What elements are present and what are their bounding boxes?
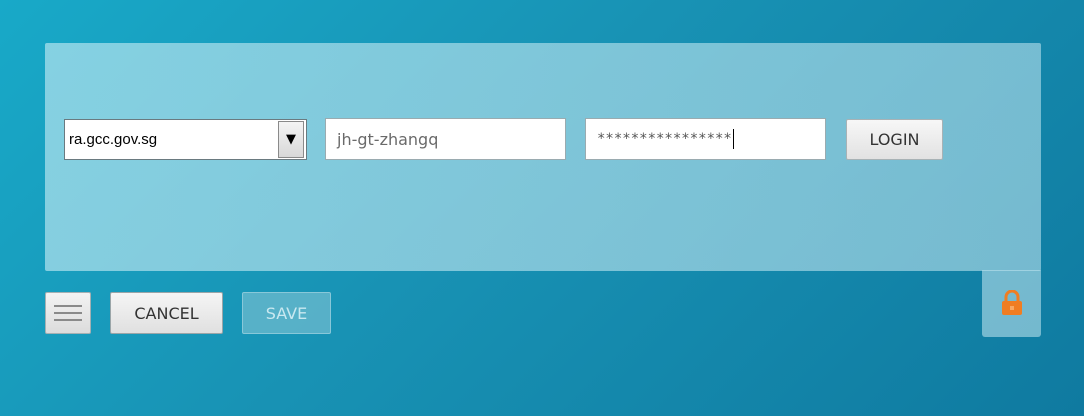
cancel-button[interactable]: CANCEL [110,292,223,334]
password-value: **************** [597,131,732,147]
password-field[interactable]: **************** [585,118,826,160]
hamburger-menu-icon [54,305,82,307]
padlock-icon[interactable] [1001,290,1023,316]
save-button[interactable]: SAVE [242,292,331,334]
username-field[interactable]: jh-gt-zhangq [325,118,566,160]
text-caret [732,129,734,149]
login-button[interactable]: LOGIN [846,119,943,160]
menu-button[interactable] [45,292,91,334]
dropdown-arrow-icon[interactable]: ▼ [278,121,304,158]
domain-select-value: ra.gcc.gov.sg [69,131,158,148]
domain-select[interactable]: ra.gcc.gov.sg ▼ [64,119,307,160]
